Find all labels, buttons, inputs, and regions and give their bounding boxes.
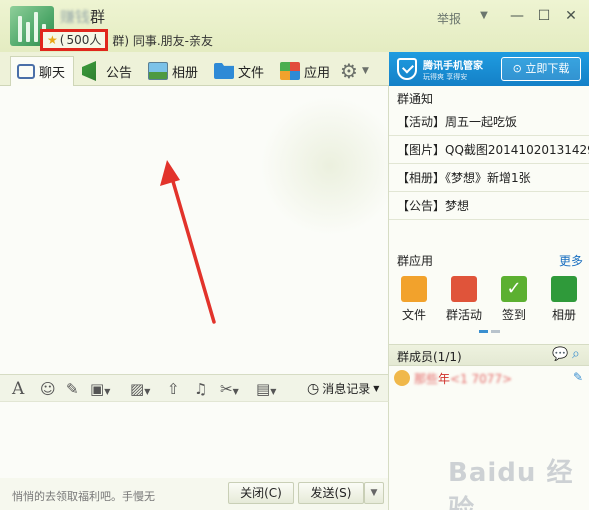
music-icon[interactable]: ♫ bbox=[194, 379, 207, 399]
edit-icon[interactable]: ✎ bbox=[573, 370, 583, 384]
image-icon[interactable]: ▨▼ bbox=[130, 379, 150, 399]
download-button[interactable]: ⊙ 立即下载 bbox=[501, 57, 581, 81]
app-checkin-label: 签到 bbox=[501, 308, 526, 322]
tab-files[interactable]: 文件 bbox=[214, 56, 264, 86]
megaphone-icon bbox=[82, 61, 96, 81]
chat-message-area[interactable] bbox=[0, 86, 389, 374]
apps-page-indicator[interactable] bbox=[479, 330, 500, 333]
apps-section-title: 群应用 bbox=[397, 254, 434, 268]
tab-apps[interactable]: 应用 bbox=[280, 56, 330, 86]
tab-files-label: 文件 bbox=[238, 65, 265, 81]
upload-icon[interactable]: ⇧ bbox=[167, 379, 180, 399]
tab-album[interactable]: 相册 bbox=[148, 56, 198, 86]
folder-icon bbox=[214, 63, 234, 79]
member-name-visible: 年 bbox=[438, 371, 451, 386]
members-header: 群成员(1/1) 💬 ⌕ bbox=[389, 344, 589, 366]
send-options-chevron-icon[interactable]: ▼ bbox=[364, 482, 384, 504]
emoji-icon[interactable]: ☺ bbox=[40, 379, 56, 399]
member-count-highlight: ★ (500人 bbox=[40, 29, 109, 51]
member-count: 500人 bbox=[66, 33, 102, 47]
group-name-visible: 群 bbox=[90, 8, 106, 26]
title-bar: 赚钱群 ★ (500人 群) 同事.朋友-亲友 举报 ▼ — ☐ ✕ bbox=[0, 0, 589, 52]
gift-icon[interactable]: ▣▼ bbox=[90, 379, 110, 399]
app-files[interactable]: 文件 bbox=[394, 276, 434, 323]
close-button[interactable]: 关闭(C) bbox=[228, 482, 294, 504]
tab-chat[interactable]: 聊天 bbox=[10, 56, 74, 86]
notice-section-title: 群通知 bbox=[397, 92, 434, 106]
tab-apps-label: 应用 bbox=[304, 65, 331, 81]
ad-subtitle: 玩得爽 享得安 bbox=[423, 73, 468, 81]
magic-wand-icon[interactable]: ✎ bbox=[66, 379, 79, 399]
member-count-open: ( bbox=[59, 33, 65, 47]
apps-grid-icon bbox=[280, 62, 300, 80]
member-name: 那些年<1 7077> bbox=[414, 370, 512, 387]
clock-icon: ◷ bbox=[307, 381, 320, 397]
message-input[interactable] bbox=[0, 402, 389, 478]
notice-item[interactable]: 【相册】《梦想》新增1张 bbox=[389, 164, 589, 192]
notice-item[interactable]: 【活动】周五一起吃饭 bbox=[389, 108, 589, 136]
report-button[interactable]: 举报 bbox=[437, 10, 461, 27]
message-history-label: 消息记录 bbox=[322, 382, 371, 396]
gear-icon: ⚙ bbox=[340, 59, 358, 83]
bottom-bar: 悄悄的去领取福利吧。手慢无 关闭(C) 发送(S) ▼ bbox=[0, 478, 389, 510]
member-id-blurred: <1 7077> bbox=[450, 371, 513, 386]
chevron-down-icon: ▼ bbox=[373, 384, 380, 393]
photo-icon bbox=[551, 276, 577, 302]
group-name-blurred: 赚钱 bbox=[60, 8, 91, 26]
owner-avatar-icon bbox=[394, 370, 410, 386]
report-label: 举报 bbox=[437, 12, 462, 26]
chat-bubble-icon bbox=[17, 64, 35, 79]
input-toolbar: A ☺ ✎ ▣▼ ▨▼ ⇧ ♫ ✂▼ ▤▼ ◷ 消息记录 ▼ bbox=[0, 374, 389, 402]
message-history-button[interactable]: ◷ 消息记录 ▼ bbox=[307, 379, 379, 399]
background-watermark bbox=[260, 96, 388, 236]
app-activity-label: 群活动 bbox=[445, 308, 482, 322]
right-panel: 腾讯手机管家 玩得爽 享得安 ⊙ 立即下载 群通知 【活动】周五一起吃饭 【图片… bbox=[389, 52, 589, 510]
app-checkin[interactable]: ✓ 签到 bbox=[494, 276, 534, 323]
notice-item[interactable]: 【公告】梦想 bbox=[389, 192, 589, 220]
font-icon[interactable]: A bbox=[12, 379, 24, 399]
star-icon: ★ bbox=[47, 33, 58, 47]
baidu-watermark: Baidu 经验 bbox=[448, 458, 574, 510]
group-name: 赚钱群 bbox=[60, 6, 105, 27]
flag-icon bbox=[451, 276, 477, 302]
tab-announcement-label: 公告 bbox=[106, 65, 133, 81]
member-row[interactable]: 那些年<1 7077> ✎ bbox=[389, 367, 589, 389]
tab-chat-label: 聊天 bbox=[39, 66, 66, 81]
search-icon[interactable]: ⌕ bbox=[572, 346, 580, 362]
notice-item[interactable]: 【图片】QQ截图20141020131429.jpg bbox=[389, 136, 589, 164]
screen-record-icon[interactable]: ▤▼ bbox=[256, 379, 276, 399]
app-files-label: 文件 bbox=[401, 308, 426, 322]
scissors-icon[interactable]: ✂▼ bbox=[220, 379, 239, 399]
app-album-label: 相册 bbox=[551, 308, 576, 322]
tab-announcement[interactable]: 公告 bbox=[82, 56, 132, 86]
group-info-row: ★ (500人 群) 同事.朋友-亲友 bbox=[40, 29, 214, 51]
members-title: 群成员(1/1) bbox=[397, 350, 462, 364]
photo-icon bbox=[148, 62, 168, 80]
ad-title: 腾讯手机管家 bbox=[423, 61, 483, 72]
shield-icon bbox=[397, 58, 417, 80]
group-tags: 群) 同事.朋友-亲友 bbox=[112, 33, 214, 48]
close-window-button[interactable]: ✕ bbox=[561, 7, 581, 25]
tip-text: 悄悄的去领取福利吧。手慢无 bbox=[12, 490, 155, 503]
app-album[interactable]: 相册 bbox=[544, 276, 584, 323]
tab-bar: 聊天 公告 相册 文件 应用 ⚙ ▼ bbox=[0, 52, 389, 86]
minimize-button[interactable]: — bbox=[507, 7, 527, 25]
chevron-down-icon: ▼ bbox=[361, 66, 369, 76]
maximize-button[interactable]: ☐ bbox=[534, 7, 554, 25]
ad-banner[interactable]: 腾讯手机管家 玩得爽 享得安 ⊙ 立即下载 bbox=[389, 52, 589, 86]
folder-icon bbox=[401, 276, 427, 302]
app-activity[interactable]: 群活动 bbox=[444, 276, 484, 323]
more-apps-link[interactable]: 更多 bbox=[559, 252, 583, 269]
tab-album-label: 相册 bbox=[172, 65, 199, 81]
download-label: 立即下载 bbox=[525, 62, 570, 75]
settings-button[interactable]: ⚙ ▼ bbox=[340, 56, 369, 86]
checkbox-icon: ✓ bbox=[501, 276, 527, 302]
dropdown-chevron-icon[interactable]: ▼ bbox=[474, 7, 494, 25]
member-name-blurred: 那些 bbox=[414, 371, 439, 386]
chat-bubble-icon[interactable]: 💬 bbox=[552, 347, 568, 362]
send-button[interactable]: 发送(S) bbox=[298, 482, 364, 504]
